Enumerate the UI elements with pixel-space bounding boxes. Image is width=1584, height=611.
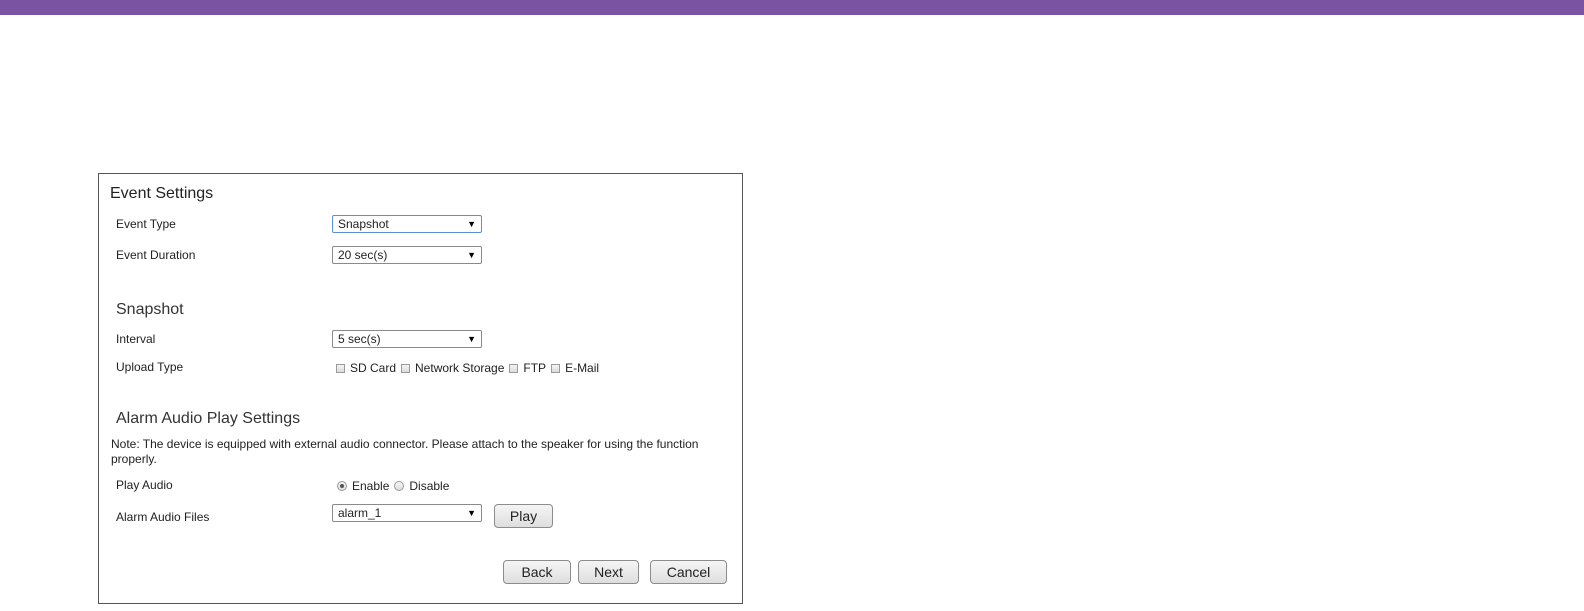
network-storage-checkbox[interactable] [401,363,411,373]
disable-label[interactable]: Disable [409,479,449,493]
alarm-audio-files-value: alarm_1 [338,506,382,520]
event-type-label: Event Type [116,217,176,231]
interval-value: 5 sec(s) [338,332,381,346]
play-audio-label: Play Audio [116,478,173,492]
event-duration-value: 20 sec(s) [338,248,388,262]
alarm-audio-files-label: Alarm Audio Files [116,510,210,524]
dropdown-arrow-icon: ▼ [467,334,476,344]
email-label[interactable]: E-Mail [565,361,599,375]
upload-type-label: Upload Type [116,360,184,374]
cancel-button[interactable]: Cancel [650,560,727,584]
alarm-audio-files-select[interactable]: alarm_1 ▼ [332,504,482,522]
play-button[interactable]: Play [494,504,553,528]
dropdown-arrow-icon: ▼ [467,250,476,260]
next-button[interactable]: Next [578,560,639,584]
interval-label: Interval [116,332,156,346]
event-type-select[interactable]: Snapshot ▼ [332,215,482,233]
interval-select[interactable]: 5 sec(s) ▼ [332,330,482,348]
event-type-value: Snapshot [338,217,389,231]
alarm-audio-title: Alarm Audio Play Settings [116,410,301,427]
ftp-label[interactable]: FTP [523,361,546,375]
dropdown-arrow-icon: ▼ [467,219,476,229]
back-button[interactable]: Back [503,560,571,584]
event-settings-panel: Event Settings Event Type Snapshot ▼ Eve… [98,173,743,604]
event-duration-label: Event Duration [116,248,196,262]
enable-label[interactable]: Enable [352,479,389,493]
top-bar [0,0,1584,15]
disable-radio[interactable] [394,481,405,491]
play-audio-options: Enable Disable [337,479,454,493]
email-checkbox[interactable] [551,363,561,373]
network-storage-label[interactable]: Network Storage [415,361,504,375]
ftp-checkbox[interactable] [509,363,519,373]
event-settings-title: Event Settings [110,185,214,202]
upload-type-options: SD Card Network Storage FTP E-Mail [336,361,604,375]
sd-card-checkbox[interactable] [336,363,345,373]
event-duration-select[interactable]: 20 sec(s) ▼ [332,246,482,264]
sd-card-label[interactable]: SD Card [350,361,396,375]
alarm-audio-note: Note: The device is equipped with extern… [111,437,699,466]
snapshot-title: Snapshot [116,301,184,318]
enable-radio[interactable] [337,481,347,491]
dropdown-arrow-icon: ▼ [467,508,476,518]
